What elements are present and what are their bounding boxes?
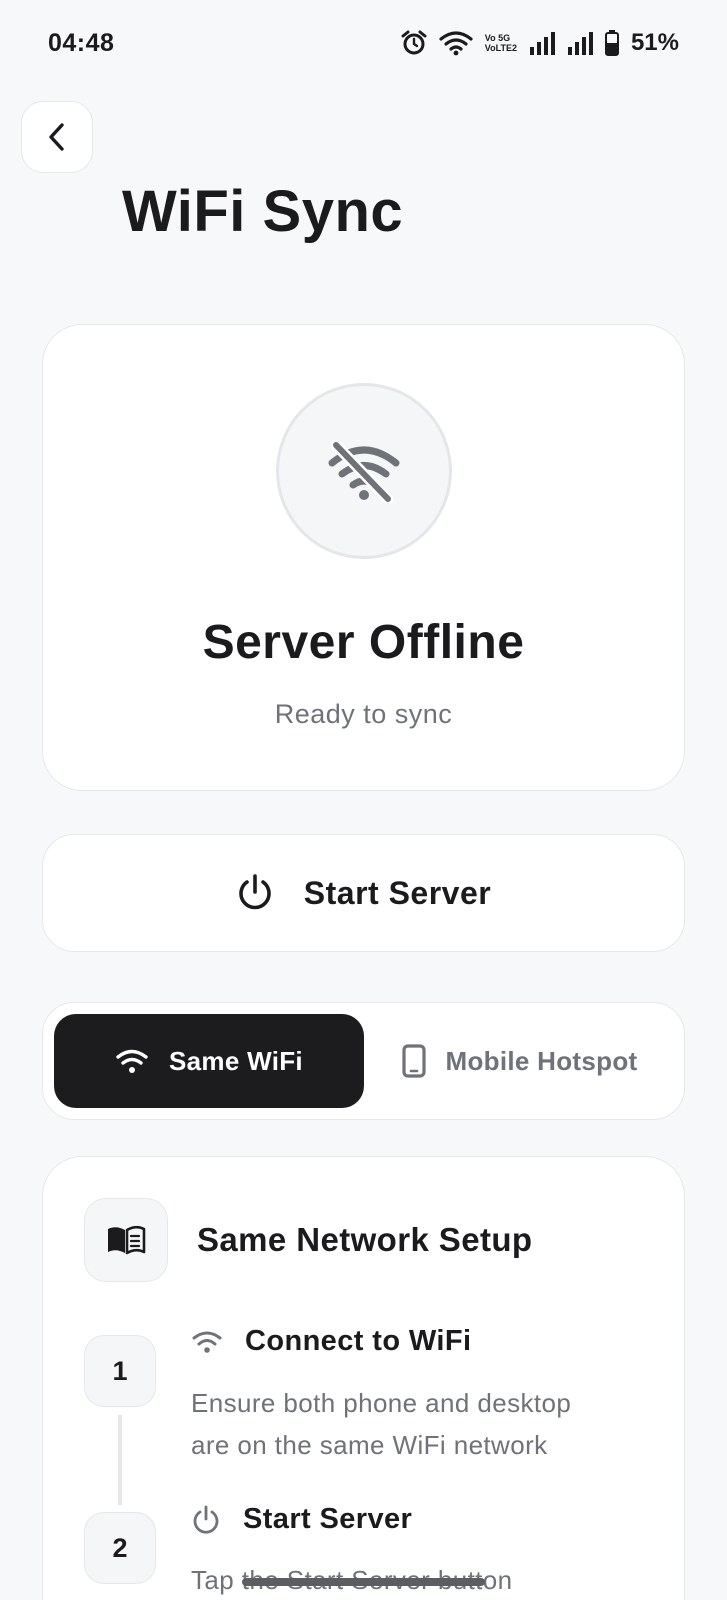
power-icon [239, 874, 271, 910]
tab-same-wifi[interactable]: Same WiFi [54, 1014, 364, 1108]
step-1-description: Ensure both phone and desktop are on the… [191, 1382, 661, 1466]
step-1-description-line-2: are on the same WiFi network [191, 1430, 548, 1460]
signal-icon-sim2 [567, 32, 593, 55]
volte-indicator: Vo 5G VoLTE2 [485, 33, 517, 53]
step-1-number: 1 [84, 1335, 156, 1407]
wifi-off-icon [328, 439, 400, 503]
step-2-header: Start Server [191, 1503, 412, 1536]
page-title: WiFi Sync [122, 179, 404, 244]
volte-line-2: VoLTE2 [484, 43, 517, 53]
tab-mobile-hotspot[interactable]: Mobile Hotspot [364, 1014, 675, 1108]
step-2-number: 2 [84, 1512, 156, 1584]
phone-icon [401, 1044, 426, 1078]
power-icon [193, 1505, 219, 1534]
wifi-sync-screen: 04:48 Vo 5G VoLTE2 51% WiFi Sync Server … [0, 0, 727, 1600]
status-indicator [276, 383, 452, 559]
setup-title: Same Network Setup [197, 1221, 533, 1258]
connection-mode-toggle: Same WiFi Mobile Hotspot [42, 1002, 685, 1120]
setup-icon-box [84, 1198, 168, 1282]
status-time: 04:48 [48, 28, 115, 57]
step-connector [118, 1415, 122, 1505]
start-server-label: Start Server [303, 874, 492, 911]
wifi-icon [192, 1331, 222, 1353]
wifi-icon [116, 1049, 148, 1073]
start-server-button[interactable]: Start Server [42, 834, 685, 952]
step-2-title: Start Server [243, 1503, 413, 1535]
step-1-header: Connect to WiFi [191, 1325, 471, 1358]
home-indicator[interactable] [242, 1578, 485, 1586]
step-1-title: Connect to WiFi [245, 1325, 472, 1357]
status-icons: Vo 5G VoLTE2 51% [401, 29, 679, 57]
server-status-card: Server Offline Ready to sync [42, 324, 685, 791]
step-1-description-line-1: Ensure both phone and desktop [191, 1388, 572, 1418]
back-button[interactable] [21, 101, 93, 173]
server-status-title: Server Offline [202, 616, 525, 669]
volte-line-1: Vo 5G [484, 33, 511, 43]
alarm-icon [401, 30, 427, 55]
tab-mobile-hotspot-label: Mobile Hotspot [445, 1045, 638, 1076]
status-bar: 04:48 Vo 5G VoLTE2 51% [0, 0, 727, 86]
wifi-status-icon [439, 31, 473, 56]
setup-instructions-card: Same Network Setup 1 Connect to WiFi Ens… [42, 1156, 685, 1600]
server-status-subtitle: Ready to sync [274, 699, 453, 729]
battery-percent: 51% [630, 29, 679, 56]
chevron-left-icon [49, 123, 64, 151]
signal-icon-sim1 [529, 32, 555, 55]
book-icon [108, 1225, 146, 1255]
battery-icon [604, 30, 619, 56]
tab-same-wifi-label: Same WiFi [169, 1045, 303, 1076]
